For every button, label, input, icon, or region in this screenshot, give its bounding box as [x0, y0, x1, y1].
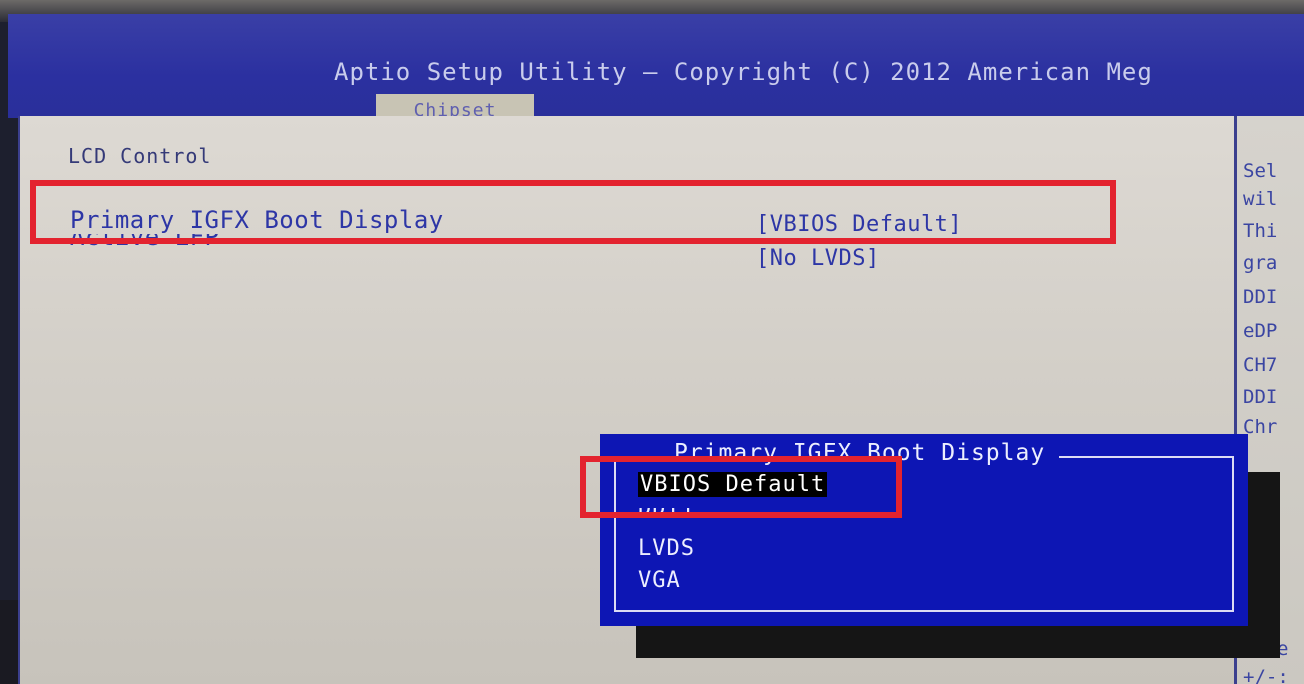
popup-option-lvds[interactable]: LVDS	[638, 536, 695, 561]
popup-option-vga[interactable]: VGA	[638, 568, 681, 593]
bios-header: Aptio Setup Utility – Copyright (C) 2012…	[8, 14, 1304, 126]
help-line: DDI	[1243, 286, 1278, 308]
help-line: Thi	[1243, 220, 1278, 242]
help-line: gra	[1243, 252, 1278, 274]
help-line: wil	[1243, 188, 1278, 210]
help-line: Sel	[1243, 160, 1278, 182]
highlight-box-option	[580, 456, 902, 518]
highlight-box-setting	[30, 180, 1116, 244]
help-line: DDI	[1243, 386, 1278, 408]
help-line: +/-:	[1243, 666, 1289, 684]
setting-value-active-lfp[interactable]: [No LVDS]	[756, 246, 880, 271]
help-line: eDP	[1243, 320, 1278, 342]
bezel-left	[0, 600, 18, 684]
help-line: Chr	[1243, 416, 1278, 438]
bios-title: Aptio Setup Utility – Copyright (C) 2012…	[334, 58, 1153, 86]
help-line: CH7	[1243, 354, 1278, 376]
section-label-lcd-control: LCD Control	[68, 144, 212, 168]
